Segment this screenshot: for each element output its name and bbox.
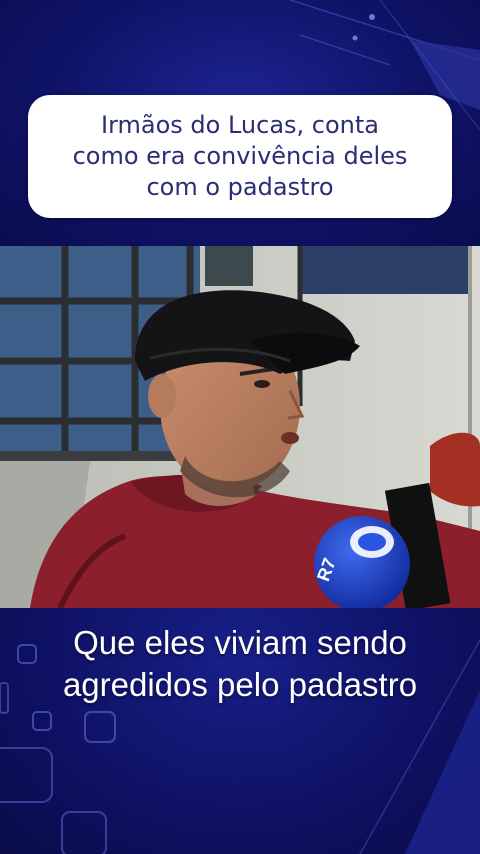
headline-line-3: com o padastro [146,173,334,201]
subtitle-caption: Que eles viviam sendo agredidos pelo pad… [20,622,460,706]
headline-line-1: Irmãos do Lucas, conta [100,111,379,139]
headline-line-2: como era convivência deles [72,142,408,170]
headline-card: Irmãos do Lucas, conta como era convivên… [28,95,452,218]
headline-text: Irmãos do Lucas, conta como era convivên… [40,110,440,203]
interview-photo: R7 [0,246,480,608]
interview-scene: R7 [0,246,480,608]
caption-line-1: Que eles viviam sendo [73,624,407,661]
caption-line-2: agredidos pelo padastro [62,666,418,703]
